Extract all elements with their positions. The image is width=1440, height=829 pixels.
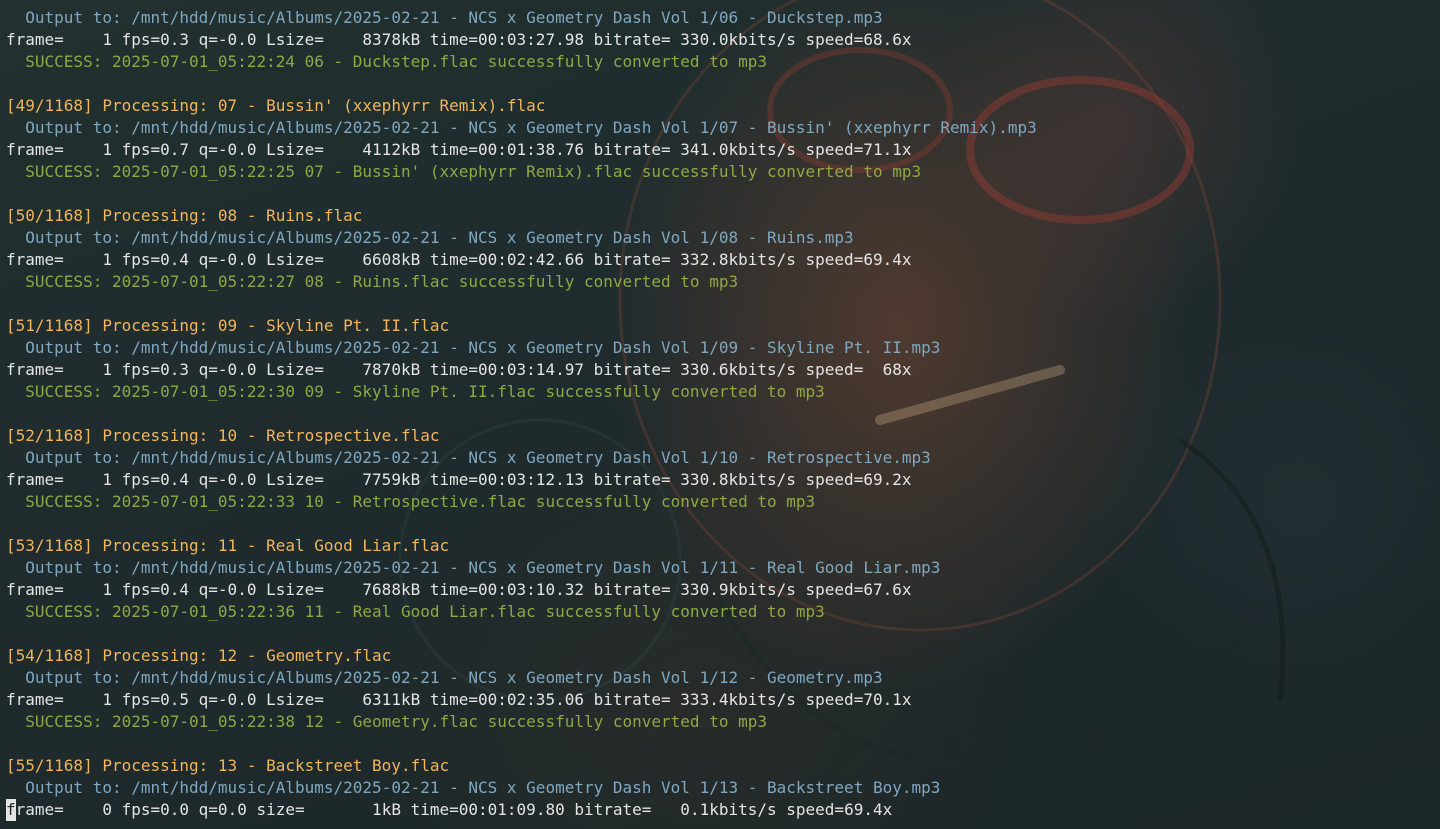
output-line: Output to: /mnt/hdd/music/Albums/2025-02… — [6, 668, 883, 687]
processing-line: [54/1168] Processing: 12 - Geometry.flac — [6, 646, 392, 665]
success-line: SUCCESS: 2025-07-01_05:22:30 09 - Skylin… — [6, 382, 825, 401]
success-line: SUCCESS: 2025-07-01_05:22:33 10 - Retros… — [6, 492, 816, 511]
ffmpeg-stats-line: frame= 1 fps=0.5 q=-0.0 Lsize= 6311kB ti… — [6, 690, 912, 709]
success-line: SUCCESS: 2025-07-01_05:22:27 08 - Ruins.… — [6, 272, 739, 291]
processing-line: [51/1168] Processing: 09 - Skyline Pt. I… — [6, 316, 450, 335]
ffmpeg-stats-line: frame= 0 fps=0.0 q=0.0 size= 1kB time=00… — [6, 799, 1037, 821]
success-line: SUCCESS: 2025-07-01_05:22:38 12 - Geomet… — [6, 712, 767, 731]
output-line: Output to: /mnt/hdd/music/Albums/2025-02… — [6, 338, 941, 357]
current-progress-text: rame= 0 fps=0.0 q=0.0 size= 1kB time=00:… — [15, 800, 893, 819]
processing-line: [53/1168] Processing: 11 - Real Good Lia… — [6, 536, 450, 555]
processing-line: [52/1168] Processing: 10 - Retrospective… — [6, 426, 440, 445]
ffmpeg-stats-line: frame= 1 fps=0.3 q=-0.0 Lsize= 7870kB ti… — [6, 360, 912, 379]
output-line: Output to: /mnt/hdd/music/Albums/2025-02… — [6, 118, 1037, 137]
ffmpeg-stats-line: frame= 1 fps=0.4 q=-0.0 Lsize= 7688kB ti… — [6, 580, 912, 599]
processing-line: [50/1168] Processing: 08 - Ruins.flac — [6, 206, 363, 225]
output-line: Output to: /mnt/hdd/music/Albums/2025-02… — [6, 8, 883, 27]
terminal-cursor: f — [6, 799, 16, 821]
output-line: Output to: /mnt/hdd/music/Albums/2025-02… — [6, 778, 941, 797]
ffmpeg-stats-line: frame= 1 fps=0.3 q=-0.0 Lsize= 8378kB ti… — [6, 30, 912, 49]
ffmpeg-stats-line: frame= 1 fps=0.7 q=-0.0 Lsize= 4112kB ti… — [6, 140, 912, 159]
processing-line: [49/1168] Processing: 07 - Bussin' (xxep… — [6, 96, 546, 115]
success-line: SUCCESS: 2025-07-01_05:22:25 07 - Bussin… — [6, 162, 922, 181]
output-line: Output to: /mnt/hdd/music/Albums/2025-02… — [6, 558, 941, 577]
success-line: SUCCESS: 2025-07-01_05:22:24 06 - Duckst… — [6, 52, 767, 71]
ffmpeg-stats-line: frame= 1 fps=0.4 q=-0.0 Lsize= 6608kB ti… — [6, 250, 912, 269]
output-line: Output to: /mnt/hdd/music/Albums/2025-02… — [6, 448, 931, 467]
ffmpeg-stats-line: frame= 1 fps=0.4 q=-0.0 Lsize= 7759kB ti… — [6, 470, 912, 489]
terminal-window[interactable]: Output to: /mnt/hdd/music/Albums/2025-02… — [0, 0, 1440, 829]
output-line: Output to: /mnt/hdd/music/Albums/2025-02… — [6, 228, 854, 247]
processing-line: [55/1168] Processing: 13 - Backstreet Bo… — [6, 756, 450, 775]
terminal-output: Output to: /mnt/hdd/music/Albums/2025-02… — [6, 7, 1037, 821]
success-line: SUCCESS: 2025-07-01_05:22:36 11 - Real G… — [6, 602, 825, 621]
